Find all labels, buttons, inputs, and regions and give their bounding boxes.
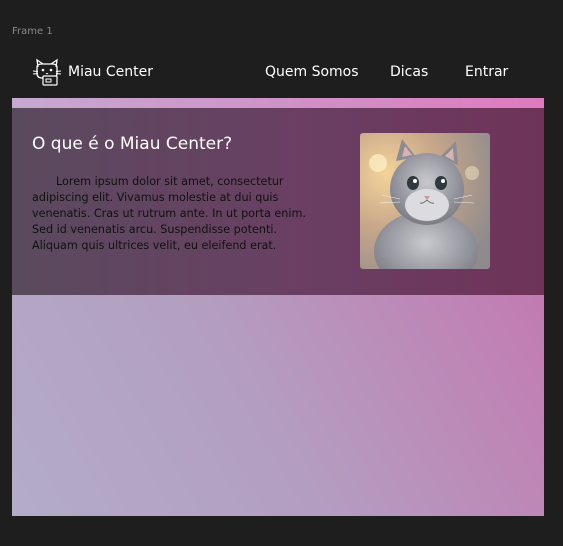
cat-illustration [360,133,490,269]
cat-logo-icon[interactable] [32,58,62,86]
page-body: O que é o Miau Center? Lorem ipsum dolor… [12,98,544,516]
frame-label: Frame 1 [12,26,53,37]
nav-link-dicas[interactable]: Dicas [390,64,428,80]
accent-stripe [12,98,544,108]
nav-link-quem-somos[interactable]: Quem Somos [265,64,359,80]
hero-text: Lorem ipsum dolor sit amet, consectetur … [32,175,306,252]
navbar: Miau Center Quem Somos Dicas Entrar [12,46,544,98]
brand-name[interactable]: Miau Center [68,64,153,80]
hero-title: O que é o Miau Center? [32,134,233,154]
cat-photo [360,133,490,269]
nav-link-entrar[interactable]: Entrar [465,64,508,80]
hero-section: O que é o Miau Center? Lorem ipsum dolor… [12,108,544,295]
